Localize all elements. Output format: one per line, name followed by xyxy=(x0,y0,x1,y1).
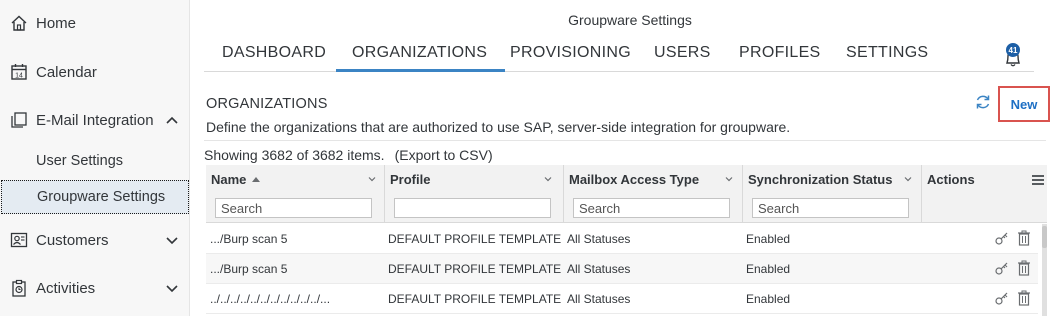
table-scrollbar[interactable] xyxy=(1042,224,1047,316)
column-header-actions: Actions xyxy=(927,172,975,187)
new-button[interactable]: New xyxy=(998,86,1050,122)
customers-icon xyxy=(9,230,29,250)
chevron-down-icon[interactable] xyxy=(543,174,553,184)
sidebar-item-label: Home xyxy=(36,14,77,32)
cell-name: .../Burp scan 5 xyxy=(210,232,288,246)
calendar-icon-day: 14 xyxy=(15,73,23,80)
tab-organizations[interactable]: ORGANIZATIONS xyxy=(335,44,506,72)
column-mailbox-access-type: Mailbox Access Type xyxy=(564,165,743,223)
item-count: Showing 3682 of 3682 items. (Export to CS… xyxy=(204,147,493,163)
chevron-down-icon[interactable] xyxy=(164,232,180,248)
table-row[interactable]: .../Burp scan 5 DEFAULT PROFILE TEMPLATE… xyxy=(206,254,1038,284)
cell-profile: DEFAULT PROFILE TEMPLATE xyxy=(388,232,562,246)
edit-key-icon[interactable] xyxy=(994,290,1010,306)
mailbox-access-search-input[interactable] xyxy=(573,198,730,218)
chevron-up-icon[interactable] xyxy=(164,112,180,128)
trash-icon[interactable] xyxy=(1016,290,1032,306)
edit-key-icon[interactable] xyxy=(994,230,1010,246)
cell-access-type: All Statuses xyxy=(567,262,631,276)
row-actions xyxy=(994,290,1032,306)
tab-profiles[interactable]: PROFILES xyxy=(739,44,821,70)
cell-status: Enabled xyxy=(746,292,791,306)
email-integration-icon xyxy=(9,110,29,130)
item-count-text: Showing 3682 of 3682 items. xyxy=(204,147,385,163)
column-header-mailbox-access-type[interactable]: Mailbox Access Type xyxy=(569,172,699,187)
row-actions xyxy=(994,260,1032,276)
tab-dashboard[interactable]: DASHBOARD xyxy=(222,44,326,70)
edit-key-icon[interactable] xyxy=(994,260,1010,276)
column-synchronization-status: Synchronization Status xyxy=(743,165,922,223)
name-search-input[interactable] xyxy=(215,198,372,218)
sidebar: Home 14 Calendar E-Mail Integration User… xyxy=(0,0,190,316)
tab-settings[interactable]: SETTINGS xyxy=(846,44,928,70)
cell-access-type: All Statuses xyxy=(567,232,631,246)
trash-icon[interactable] xyxy=(1016,230,1032,246)
table-header: Name Profile Mailbox Access Type Synchro… xyxy=(206,165,1047,223)
page-title: Groupware Settings xyxy=(568,12,692,28)
activities-icon xyxy=(9,278,29,298)
cell-profile: DEFAULT PROFILE TEMPLATE xyxy=(388,262,562,276)
sidebar-item-email-integration[interactable]: E-Mail Integration xyxy=(0,97,190,143)
cell-name: .../Burp scan 5 xyxy=(210,262,288,276)
section-description: Define the organizations that are author… xyxy=(206,119,791,135)
scrollbar-thumb[interactable] xyxy=(1042,226,1047,248)
sidebar-subitem-groupware-settings[interactable]: Groupware Settings xyxy=(1,180,189,214)
chevron-down-icon[interactable] xyxy=(367,174,377,184)
chevron-down-icon[interactable] xyxy=(903,174,913,184)
cell-status: Enabled xyxy=(746,262,791,276)
tab-users[interactable]: USERS xyxy=(654,44,711,70)
calendar-icon: 14 xyxy=(9,62,29,82)
row-actions xyxy=(994,230,1032,246)
sidebar-item-customers[interactable]: Customers xyxy=(0,217,190,263)
export-csv-link[interactable]: (Export to CSV) xyxy=(395,147,493,163)
sidebar-item-home[interactable]: Home xyxy=(0,0,190,46)
section-title: ORGANIZATIONS xyxy=(206,96,328,112)
sort-ascending-icon xyxy=(252,177,261,183)
chevron-down-icon[interactable] xyxy=(164,280,180,296)
home-icon xyxy=(9,13,29,33)
refresh-icon[interactable] xyxy=(974,93,992,111)
notification-count-badge: 41 xyxy=(1006,43,1020,57)
tab-bar: DASHBOARD ORGANIZATIONS PROVISIONING USE… xyxy=(204,44,1034,72)
sidebar-item-calendar[interactable]: 14 Calendar xyxy=(0,49,190,95)
column-header-name[interactable]: Name xyxy=(211,172,261,187)
trash-icon[interactable] xyxy=(1016,260,1032,276)
chevron-down-icon[interactable] xyxy=(724,174,734,184)
sidebar-item-label: Activities xyxy=(36,279,96,297)
sidebar-subitem-user-settings[interactable]: User Settings xyxy=(0,144,190,178)
column-name: Name xyxy=(206,165,385,223)
table-row[interactable]: .../Burp scan 5 DEFAULT PROFILE TEMPLATE… xyxy=(206,224,1038,254)
profile-search-input[interactable] xyxy=(394,198,551,218)
menu-icon[interactable] xyxy=(1032,175,1044,185)
column-header-profile[interactable]: Profile xyxy=(390,172,430,187)
notifications-button[interactable]: 41 xyxy=(1002,43,1024,69)
cell-status: Enabled xyxy=(746,232,791,246)
cell-name: ../../../../../../../../../../../... xyxy=(210,292,331,306)
table-row[interactable]: ../../../../../../../../../../../... DEF… xyxy=(206,284,1038,314)
sidebar-item-label: E-Mail Integration xyxy=(36,111,154,129)
sidebar-subitem-label: User Settings xyxy=(36,153,124,169)
column-actions: Actions xyxy=(922,165,1047,223)
tab-provisioning[interactable]: PROVISIONING xyxy=(510,44,631,70)
sidebar-item-label: Calendar xyxy=(36,63,97,81)
divider xyxy=(204,140,1046,141)
sync-status-search-input[interactable] xyxy=(752,198,909,218)
column-header-synchronization-status[interactable]: Synchronization Status xyxy=(748,172,892,187)
cell-access-type: All Statuses xyxy=(567,292,631,306)
column-profile: Profile xyxy=(385,165,564,223)
main-content: Groupware Settings DASHBOARD ORGANIZATIO… xyxy=(190,0,1064,316)
sidebar-subitem-label: Groupware Settings xyxy=(37,189,166,205)
cell-profile: DEFAULT PROFILE TEMPLATE xyxy=(388,292,562,306)
sidebar-item-label: Customers xyxy=(36,231,109,249)
sidebar-item-activities[interactable]: Activities xyxy=(0,265,190,311)
